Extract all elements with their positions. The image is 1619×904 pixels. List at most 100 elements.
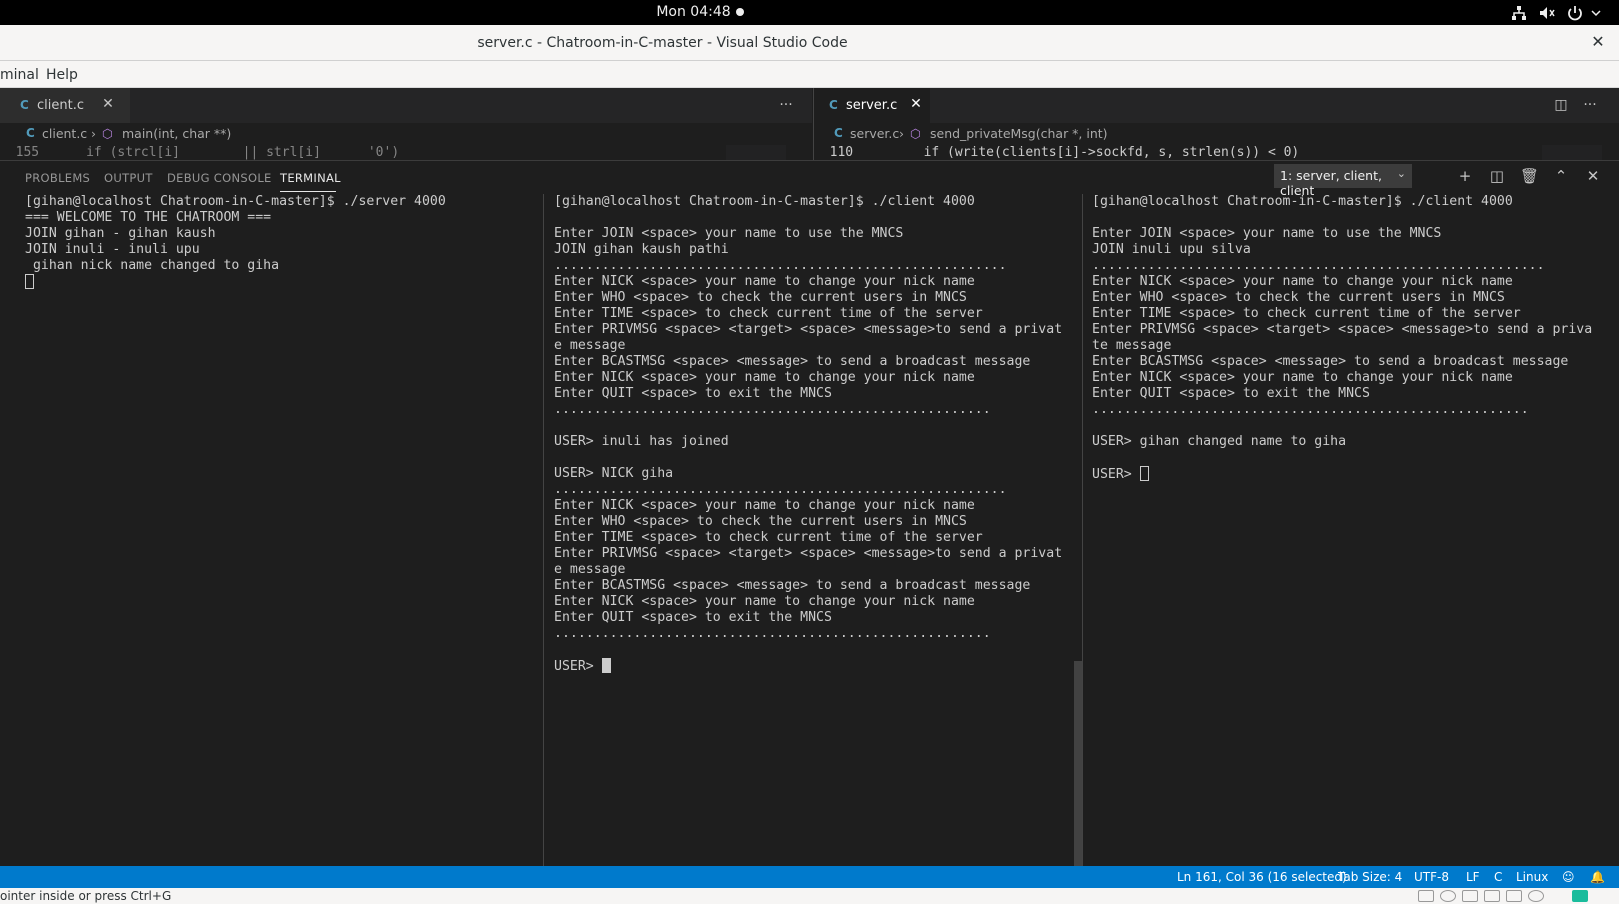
terminal-line: JOIN inuli upu silva <box>1092 242 1251 257</box>
tab-size[interactable]: Tab Size: 4 <box>1338 870 1402 884</box>
terminal-line: Enter NICK <space> your name to change y… <box>1092 274 1513 289</box>
tab-client-c[interactable]: C client.c ✕ <box>0 88 130 123</box>
breadcrumb-file[interactable]: server.c <box>850 126 899 141</box>
tab-problems[interactable]: PROBLEMS <box>25 171 90 185</box>
terminal-output: [gihan@localhost Chatroom-in-C-master]$ … <box>25 194 540 274</box>
menu-bar: minal Help <box>0 61 1619 88</box>
terminal-line: ........................................… <box>554 402 991 417</box>
terminal-line: te message <box>1092 338 1172 353</box>
trash-icon[interactable]: 🗑 <box>1520 167 1539 185</box>
breadcrumb-symbol[interactable]: main(int, char **) <box>122 126 231 141</box>
chevron-down-icon: ⌄ <box>1396 167 1406 180</box>
printer-icon[interactable] <box>1484 890 1500 902</box>
tab-strip: C server.c ✕ ◫ ··· <box>814 88 1619 123</box>
usb-icon[interactable] <box>1528 890 1544 902</box>
more-actions-icon[interactable]: ··· <box>1582 97 1598 113</box>
terminal-line: gihan nick name changed to giha <box>25 258 280 273</box>
tab-output[interactable]: OUTPUT <box>104 171 153 185</box>
clock[interactable]: Mon 04:48 <box>0 4 1400 20</box>
terminal-line: Enter BCASTMSG <space> <message> to send… <box>1092 354 1569 369</box>
terminal-pane-client-1[interactable]: [gihan@localhost Chatroom-in-C-master]$ … <box>554 194 1074 866</box>
platform[interactable]: Linux <box>1516 870 1548 884</box>
chevron-right-icon: › <box>91 126 96 141</box>
cursor-position[interactable]: Ln 161, Col 36 (16 selected) <box>1177 870 1347 884</box>
c-file-icon: C <box>26 126 35 140</box>
network-adapter-icon[interactable] <box>1462 890 1478 902</box>
drive-icon[interactable] <box>1418 890 1434 902</box>
terminal-line: Enter JOIN <space> your name to use the … <box>1092 226 1442 241</box>
more-actions-icon[interactable]: ··· <box>778 97 794 113</box>
pane-divider[interactable] <box>1082 194 1083 866</box>
terminal-line: Enter QUIT <space> to exit the MNCS <box>1092 386 1370 401</box>
breadcrumb-symbol[interactable]: send_privateMsg(char *, int) <box>930 126 1108 141</box>
menu-terminal[interactable]: minal <box>0 67 39 83</box>
end-of-line[interactable]: LF <box>1466 870 1480 884</box>
tab-debug-console[interactable]: DEBUG CONSOLE <box>167 171 272 185</box>
terminal-line: Enter PRIVMSG <space> <target> <space> <… <box>1092 322 1593 337</box>
bell-icon[interactable]: 🔔 <box>1590 870 1605 884</box>
terminal-line: JOIN gihan - gihan kaush <box>25 226 216 241</box>
terminal-line: Enter NICK <space> your name to change y… <box>554 370 975 385</box>
menu-help[interactable]: Help <box>46 67 78 83</box>
terminal-cursor <box>25 274 34 289</box>
terminal-line: [gihan@localhost Chatroom-in-C-master]$ … <box>554 194 975 209</box>
chevron-up-icon[interactable]: ⌃ <box>1552 167 1570 185</box>
active-tab-indicator <box>280 191 336 192</box>
terminal-pane-server[interactable]: [gihan@localhost Chatroom-in-C-master]$ … <box>25 194 540 866</box>
terminal-line: ........................................… <box>554 258 1007 273</box>
terminal-prompt-line: USER> <box>1092 466 1612 482</box>
terminal-line: Enter NICK <space> your name to change y… <box>554 498 975 513</box>
vm-hint-bar: ointer inside or press Ctrl+G <box>0 888 1619 904</box>
chevron-down-icon[interactable] <box>1590 4 1602 22</box>
terminal-line: [gihan@localhost Chatroom-in-C-master]$ … <box>1092 194 1513 209</box>
split-editor-icon[interactable]: ◫ <box>1553 97 1569 113</box>
minimap[interactable] <box>1542 145 1602 160</box>
breadcrumb-file[interactable]: client.c <box>42 126 87 141</box>
network-icon[interactable] <box>1510 4 1528 22</box>
tab-server-c[interactable]: C server.c ✕ <box>814 88 930 123</box>
feedback-icon[interactable]: ☺ <box>1562 870 1575 884</box>
terminal-line: Enter PRIVMSG <space> <target> <space> <… <box>554 322 1063 337</box>
terminal-line: USER> NICK giha <box>554 466 674 481</box>
terminal-line: Enter PRIVMSG <space> <target> <space> <… <box>554 546 1063 561</box>
terminal-line: Enter TIME <space> to check current time… <box>554 306 983 321</box>
tab-terminal[interactable]: TERMINAL <box>280 171 341 185</box>
vm-status-icon[interactable] <box>1572 890 1588 902</box>
terminal-pane-client-2[interactable]: [gihan@localhost Chatroom-in-C-master]$ … <box>1092 194 1612 866</box>
close-icon[interactable]: ✕ <box>908 96 924 112</box>
status-bar: Ln 161, Col 36 (16 selected) Tab Size: 4… <box>0 866 1619 888</box>
close-icon[interactable]: ✕ <box>1584 167 1602 185</box>
terminal-scrollbar[interactable] <box>1074 661 1082 866</box>
terminal-line: ........................................… <box>554 482 1007 497</box>
tab-label: client.c <box>37 98 84 113</box>
terminal-line: ........................................… <box>1092 402 1529 417</box>
terminal-line: ........................................… <box>554 626 991 641</box>
terminal-line: USER> gihan changed name to giha <box>1092 434 1347 449</box>
c-file-icon: C <box>834 126 843 140</box>
terminal-line: ........................................… <box>1092 258 1545 273</box>
editor-group-left: C client.c ✕ ··· C client.c › ⬡ main(int… <box>0 88 812 160</box>
prompt-text: USER> <box>1092 467 1140 482</box>
new-terminal-icon[interactable]: + <box>1456 167 1474 185</box>
terminal-line: Enter NICK <space> your name to change y… <box>554 274 975 289</box>
sound-icon[interactable] <box>1506 890 1522 902</box>
clock-text: Mon 04:48 <box>656 4 731 20</box>
window-title: server.c - Chatroom-in-C-master - Visual… <box>477 35 848 51</box>
close-icon[interactable]: ✕ <box>100 96 116 112</box>
volume-icon[interactable] <box>1538 4 1556 22</box>
terminal-line: === WELCOME TO THE CHATROOM === <box>25 210 272 225</box>
encoding[interactable]: UTF-8 <box>1414 870 1449 884</box>
pane-divider[interactable] <box>543 194 544 866</box>
minimap[interactable] <box>726 145 786 160</box>
terminal-line: Enter JOIN <space> your name to use the … <box>554 226 904 241</box>
language-mode[interactable]: C <box>1494 870 1502 884</box>
cd-icon[interactable] <box>1440 890 1456 902</box>
power-icon[interactable] <box>1566 4 1584 22</box>
close-icon[interactable]: ✕ <box>1589 33 1607 51</box>
split-terminal-icon[interactable]: ◫ <box>1488 167 1506 185</box>
terminal-cursor-line <box>25 274 540 290</box>
terminal-selector[interactable]: 1: server, client, client ⌄ <box>1274 164 1412 198</box>
